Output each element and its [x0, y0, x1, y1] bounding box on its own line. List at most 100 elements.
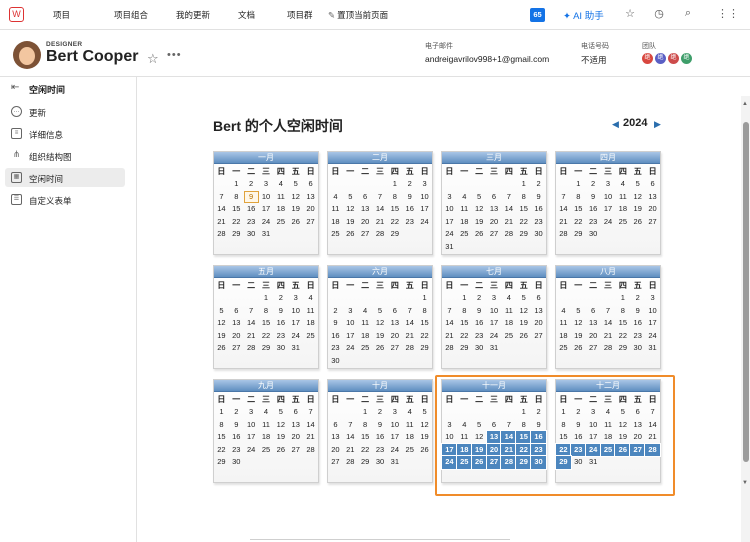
day-cell[interactable]: 2 — [328, 305, 343, 318]
day-cell[interactable]: 25 — [303, 330, 318, 343]
day-cell[interactable]: 17 — [442, 216, 457, 229]
day-cell[interactable]: 2 — [373, 406, 388, 419]
team-avatar[interactable]: 绝 — [641, 52, 654, 65]
day-cell[interactable]: 9 — [328, 317, 343, 330]
day-cell[interactable]: 7 — [402, 305, 417, 318]
day-cell[interactable]: 8 — [615, 305, 630, 318]
day-cell[interactable]: 2 — [472, 292, 487, 305]
day-cell[interactable]: 17 — [259, 203, 274, 216]
day-cell[interactable]: 26 — [214, 342, 229, 355]
day-cell[interactable]: 25 — [402, 444, 417, 457]
star-icon[interactable]: ☆ — [623, 7, 637, 20]
day-cell[interactable]: 16 — [244, 203, 259, 216]
day-cell[interactable]: 11 — [501, 305, 516, 318]
sidebar-item-updates[interactable]: … 更新 — [5, 102, 125, 121]
day-cell[interactable]: 23 — [244, 216, 259, 229]
day-cell[interactable]: 11 — [303, 305, 318, 318]
day-cell[interactable]: 1 — [259, 292, 274, 305]
day-cell[interactable]: 1 — [571, 178, 586, 191]
day-cell[interactable]: 7 — [501, 191, 516, 204]
day-cell[interactable]: 14 — [244, 317, 259, 330]
day-cell[interactable]: 10 — [387, 419, 402, 432]
day-cell[interactable]: 31 — [487, 342, 502, 355]
day-cell[interactable]: 24 — [601, 216, 616, 229]
day-cell[interactable]: 22 — [387, 216, 402, 229]
day-cell[interactable]: 12 — [571, 317, 586, 330]
day-cell[interactable]: 22 — [457, 330, 472, 343]
day-cell[interactable]: 7 — [343, 419, 358, 432]
day-cell[interactable]: 19 — [273, 431, 288, 444]
day-cell[interactable]: 17 — [601, 203, 616, 216]
day-cell[interactable]: 3 — [417, 178, 432, 191]
day-cell[interactable]: 29 — [387, 228, 402, 241]
day-cell[interactable]: 25 — [273, 216, 288, 229]
day-cell[interactable]: 7 — [556, 191, 571, 204]
day-cell[interactable]: 13 — [586, 317, 601, 330]
day-cell[interactable]: 22 — [214, 444, 229, 457]
day-cell[interactable]: 9 — [402, 191, 417, 204]
day-cell[interactable]: 26 — [288, 216, 303, 229]
day-cell[interactable]: 29 — [417, 342, 432, 355]
day-cell[interactable]: 3 — [387, 406, 402, 419]
day-cell[interactable]: 23 — [229, 444, 244, 457]
favorite-star-icon[interactable]: ☆ — [147, 51, 159, 67]
day-cell[interactable]: 29 — [259, 342, 274, 355]
day-cell[interactable]: 3 — [288, 292, 303, 305]
day-cell[interactable]: 26 — [472, 228, 487, 241]
day-cell[interactable]: 19 — [630, 203, 645, 216]
day-cell[interactable]: 5 — [516, 292, 531, 305]
day-cell[interactable]: 3 — [442, 191, 457, 204]
day-cell[interactable]: 7 — [244, 305, 259, 318]
day-cell[interactable]: 17 — [487, 317, 502, 330]
day-cell[interactable]: 6 — [387, 305, 402, 318]
day-cell[interactable]: 21 — [303, 431, 318, 444]
day-cell[interactable]: 25 — [615, 216, 630, 229]
day-cell[interactable]: 26 — [343, 228, 358, 241]
day-cell[interactable]: 11 — [358, 317, 373, 330]
day-cell[interactable]: 5 — [273, 406, 288, 419]
scrollbar-thumb[interactable] — [743, 122, 749, 462]
day-cell[interactable]: 15 — [615, 317, 630, 330]
day-cell[interactable]: 8 — [457, 305, 472, 318]
day-cell[interactable]: 20 — [387, 330, 402, 343]
day-cell[interactable]: 4 — [358, 305, 373, 318]
day-cell[interactable]: 10 — [601, 191, 616, 204]
day-cell[interactable]: 20 — [358, 216, 373, 229]
day-cell[interactable]: 28 — [343, 456, 358, 469]
day-cell[interactable]: 28 — [601, 342, 616, 355]
day-cell[interactable]: 26 — [630, 216, 645, 229]
day-cell[interactable]: 23 — [273, 330, 288, 343]
day-cell[interactable]: 8 — [259, 305, 274, 318]
day-cell[interactable]: 14 — [556, 203, 571, 216]
day-cell[interactable]: 23 — [531, 216, 546, 229]
day-cell[interactable]: 9 — [472, 305, 487, 318]
day-cell[interactable]: 22 — [516, 216, 531, 229]
day-cell[interactable]: 21 — [244, 330, 259, 343]
day-cell[interactable]: 26 — [273, 444, 288, 457]
day-cell[interactable]: 24 — [487, 330, 502, 343]
day-cell[interactable]: 12 — [472, 203, 487, 216]
day-cell[interactable]: 31 — [259, 228, 274, 241]
day-cell[interactable]: 11 — [259, 419, 274, 432]
day-cell[interactable]: 7 — [373, 191, 388, 204]
day-cell[interactable]: 12 — [288, 191, 303, 204]
day-cell[interactable]: 11 — [328, 203, 343, 216]
previous-year-icon[interactable]: ◀ — [612, 119, 619, 130]
day-cell[interactable]: 17 — [288, 317, 303, 330]
day-cell[interactable]: 1 — [358, 406, 373, 419]
day-cell[interactable]: 14 — [442, 317, 457, 330]
day-cell[interactable]: 5 — [571, 305, 586, 318]
day-cell[interactable]: 19 — [373, 330, 388, 343]
day-cell[interactable]: 30 — [531, 228, 546, 241]
today-day-cell[interactable]: 9 — [243, 190, 259, 204]
day-cell[interactable]: 31 — [442, 241, 457, 254]
day-cell[interactable]: 1 — [615, 292, 630, 305]
day-cell[interactable]: 17 — [244, 431, 259, 444]
day-cell[interactable]: 20 — [229, 330, 244, 343]
day-cell[interactable]: 25 — [259, 444, 274, 457]
day-cell[interactable]: 14 — [343, 431, 358, 444]
day-cell[interactable]: 13 — [229, 317, 244, 330]
day-cell[interactable]: 28 — [373, 228, 388, 241]
day-cell[interactable]: 21 — [373, 216, 388, 229]
day-cell[interactable]: 24 — [288, 330, 303, 343]
